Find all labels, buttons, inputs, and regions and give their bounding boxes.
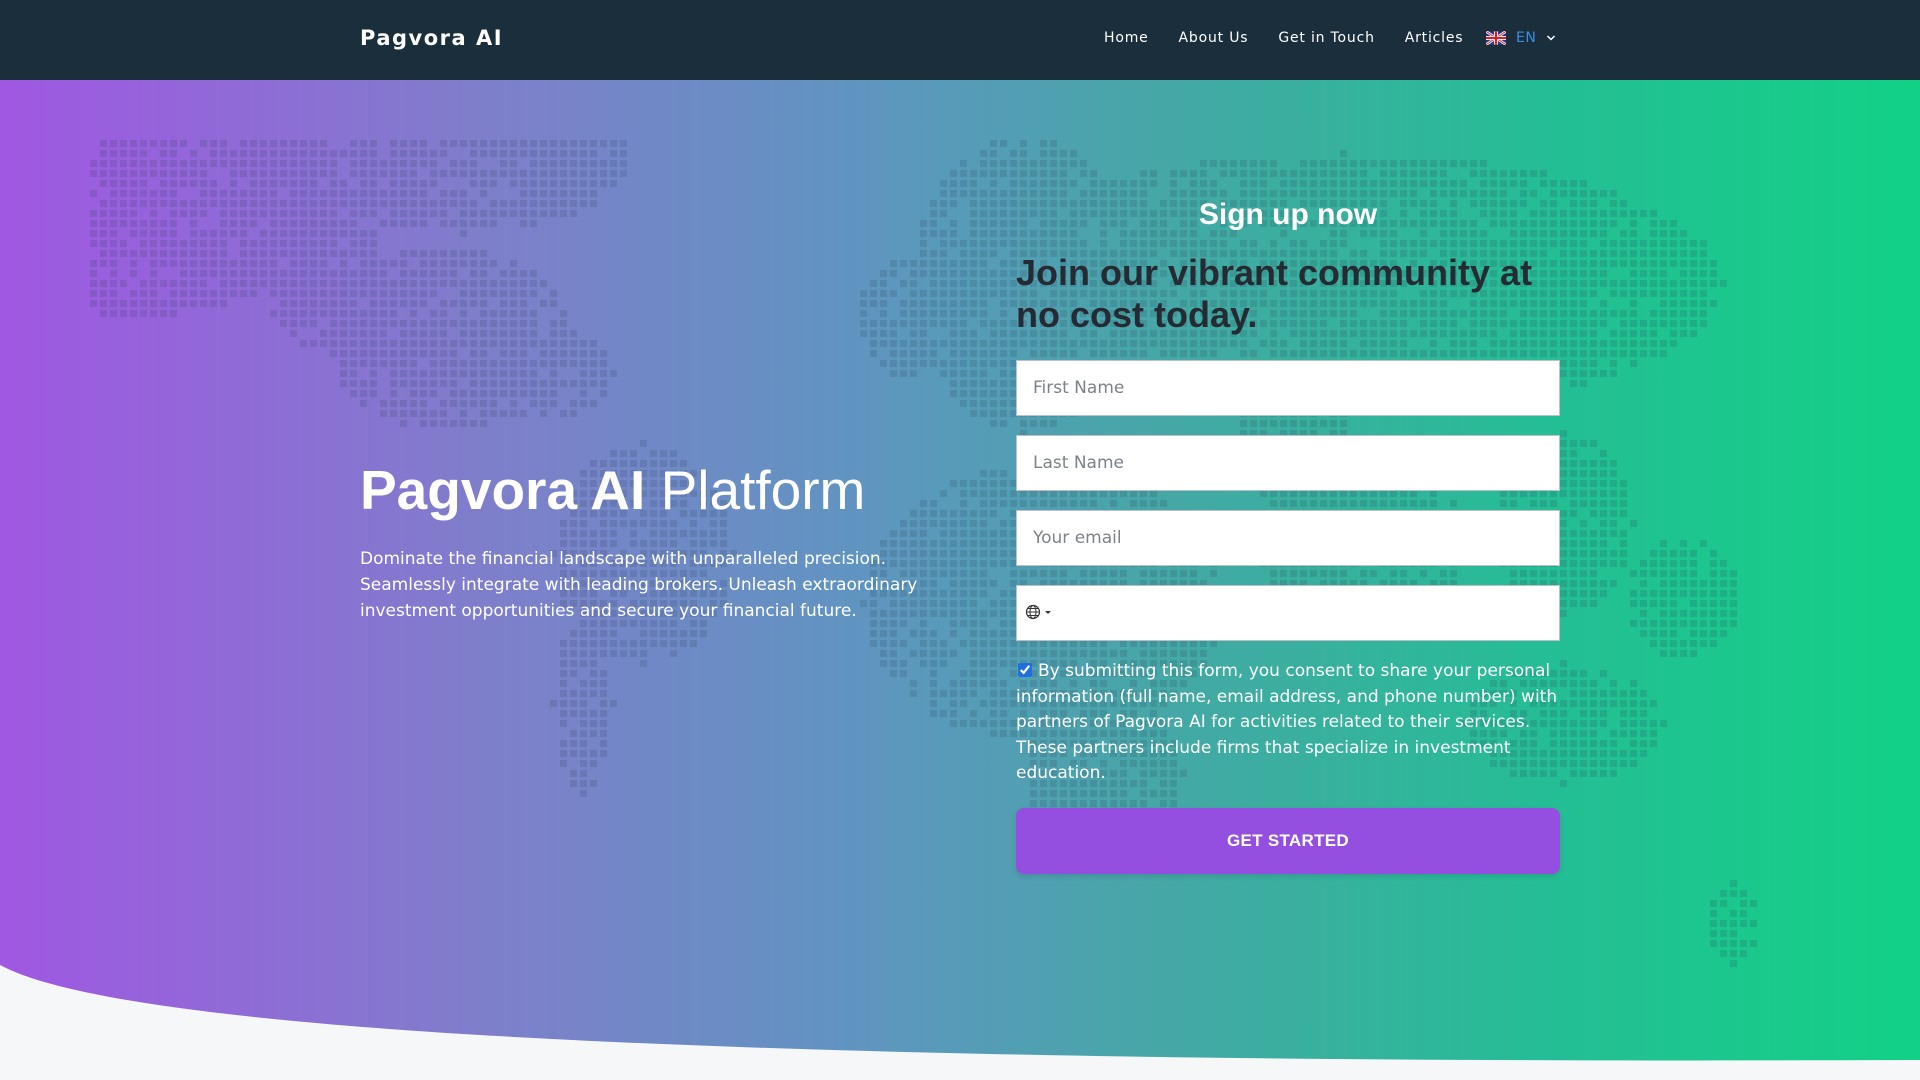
nav-home[interactable]: Home bbox=[1104, 30, 1149, 46]
phone-country-selector[interactable] bbox=[1025, 604, 1053, 620]
phone-input[interactable] bbox=[1061, 586, 1557, 640]
caret-down-icon bbox=[1045, 611, 1051, 614]
brand-logo[interactable]: Pagvora AI bbox=[360, 26, 503, 50]
nav-about-us[interactable]: About Us bbox=[1179, 30, 1249, 46]
bottom-wave bbox=[0, 965, 1920, 1080]
chevron-down-icon bbox=[1547, 35, 1556, 41]
first-name-field[interactable] bbox=[1016, 360, 1560, 416]
hero-title-brand: Pagvora AI bbox=[360, 459, 646, 521]
email-field[interactable] bbox=[1016, 510, 1560, 566]
hero-section: Pagvora AI Platform Dominate the financi… bbox=[0, 80, 1920, 1080]
signup-subheading: Join our vibrant community at no cost to… bbox=[1016, 252, 1533, 335]
hero-title-platform: Platform bbox=[660, 459, 866, 521]
top-navbar: Pagvora AI Home About Us Get in Touch Ar… bbox=[0, 0, 1920, 80]
nav-articles[interactable]: Articles bbox=[1405, 30, 1464, 46]
signup-heading: Sign up now bbox=[1198, 198, 1378, 231]
consent-checkbox[interactable] bbox=[1018, 663, 1032, 677]
get-started-button[interactable]: GET STARTED bbox=[1016, 808, 1560, 874]
consent-block: By submitting this form, you consent to … bbox=[1016, 659, 1562, 787]
hero-description: Dominate the financial landscape with un… bbox=[360, 549, 918, 621]
uk-flag-icon bbox=[1486, 31, 1506, 45]
main-nav: Home About Us Get in Touch Articles bbox=[1104, 30, 1493, 46]
language-selector[interactable]: EN bbox=[1486, 30, 1556, 46]
hero-title: Pagvora AI Platform bbox=[360, 460, 865, 521]
globe-icon bbox=[1025, 604, 1041, 620]
phone-field bbox=[1016, 585, 1560, 641]
consent-text: By submitting this form, you consent to … bbox=[1016, 661, 1558, 783]
nav-get-in-touch[interactable]: Get in Touch bbox=[1278, 30, 1374, 46]
language-code: EN bbox=[1516, 30, 1537, 46]
last-name-field[interactable] bbox=[1016, 435, 1560, 491]
